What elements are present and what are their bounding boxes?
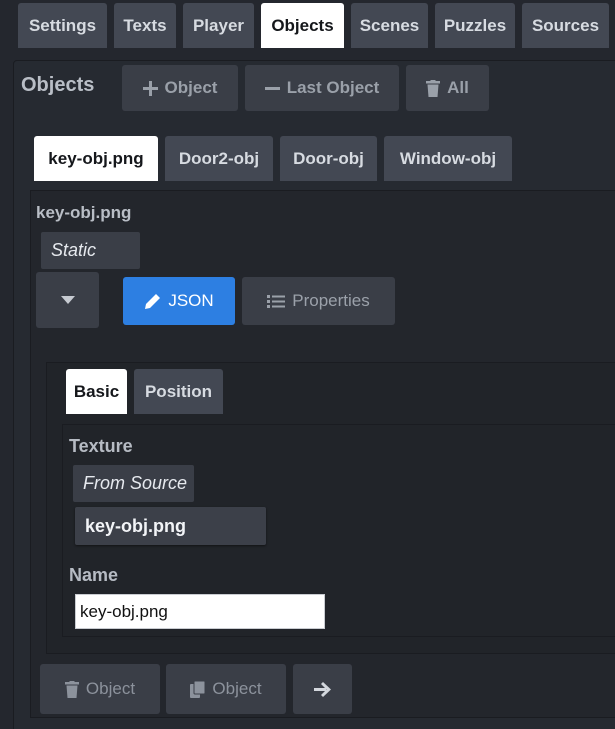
tab-label: Door2-obj	[178, 148, 260, 168]
list-icon	[267, 294, 286, 309]
pencil-icon	[144, 293, 161, 310]
properties-label: Properties	[292, 291, 370, 310]
tab-texts[interactable]: Texts	[114, 3, 176, 48]
object-type-value[interactable]: Static	[41, 232, 140, 269]
tab-label: Door-obj	[293, 148, 364, 168]
object-heading: key-obj.png	[36, 203, 132, 222]
texture-source-text: From Source	[83, 473, 188, 493]
trash-icon	[64, 680, 79, 698]
texture-source-value[interactable]: From Source	[73, 465, 194, 502]
tab-player[interactable]: Player	[183, 3, 254, 48]
plus-icon	[142, 80, 158, 96]
tab-label: Sources	[531, 15, 600, 35]
tab-label: Objects	[271, 15, 334, 35]
json-label: JSON	[168, 291, 214, 310]
subtab-position[interactable]: Position	[134, 369, 223, 414]
object-tab-window-obj[interactable]: Window-obj	[384, 136, 512, 181]
tab-settings[interactable]: Settings	[18, 3, 107, 48]
remove-last-object-button[interactable]: Last Object	[245, 65, 399, 111]
arrow-right-icon	[314, 681, 331, 697]
delete-object-button[interactable]: Object	[40, 664, 160, 714]
add-object-label: Object	[164, 78, 218, 97]
tab-puzzles[interactable]: Puzzles	[435, 3, 515, 48]
texture-label: Texture	[69, 436, 133, 456]
properties-button[interactable]: Properties	[242, 277, 395, 325]
object-tab-key-obj[interactable]: key-obj.png	[34, 136, 158, 181]
texture-file-text: key-obj.png	[85, 515, 187, 536]
tab-label: key-obj.png	[48, 148, 144, 168]
copy-icon	[190, 680, 206, 698]
tab-objects[interactable]: Objects	[261, 3, 344, 48]
tab-label: Scenes	[359, 15, 420, 35]
tab-scenes[interactable]: Scenes	[351, 3, 428, 48]
object-tab-door-obj[interactable]: Door-obj	[280, 136, 377, 181]
add-object-button[interactable]: Object	[122, 65, 238, 111]
copy-object-button[interactable]: Object	[166, 664, 286, 714]
tab-sources[interactable]: Sources	[522, 3, 609, 48]
objects-title: Objects	[21, 74, 95, 96]
name-input[interactable]	[75, 594, 325, 629]
caret-down-icon	[60, 296, 75, 304]
tab-label: Settings	[28, 15, 97, 35]
object-tab-door2-obj[interactable]: Door2-obj	[165, 136, 273, 181]
tab-label: Basic	[73, 381, 120, 401]
tab-label: Player	[192, 15, 245, 35]
tab-label: Texts	[123, 15, 167, 35]
delete-all-label: All	[447, 78, 469, 97]
json-button[interactable]: JSON	[123, 277, 235, 325]
delete-object-label: Object	[85, 679, 136, 698]
tab-label: Window-obj	[399, 148, 497, 168]
delete-all-button[interactable]: All	[406, 65, 489, 111]
remove-last-label: Last Object	[286, 78, 380, 97]
tab-label: Position	[144, 381, 213, 401]
trash-icon	[426, 79, 441, 97]
texture-file-value[interactable]: key-obj.png	[75, 507, 266, 545]
minus-icon	[264, 81, 280, 96]
copy-object-label: Object	[212, 679, 262, 698]
object-type-text: Static	[51, 240, 97, 260]
subtab-basic[interactable]: Basic	[66, 369, 127, 414]
name-label: Name	[69, 565, 119, 585]
tab-label: Puzzles	[443, 15, 507, 35]
type-dropdown-button[interactable]	[36, 272, 99, 328]
next-object-button[interactable]	[293, 664, 352, 714]
